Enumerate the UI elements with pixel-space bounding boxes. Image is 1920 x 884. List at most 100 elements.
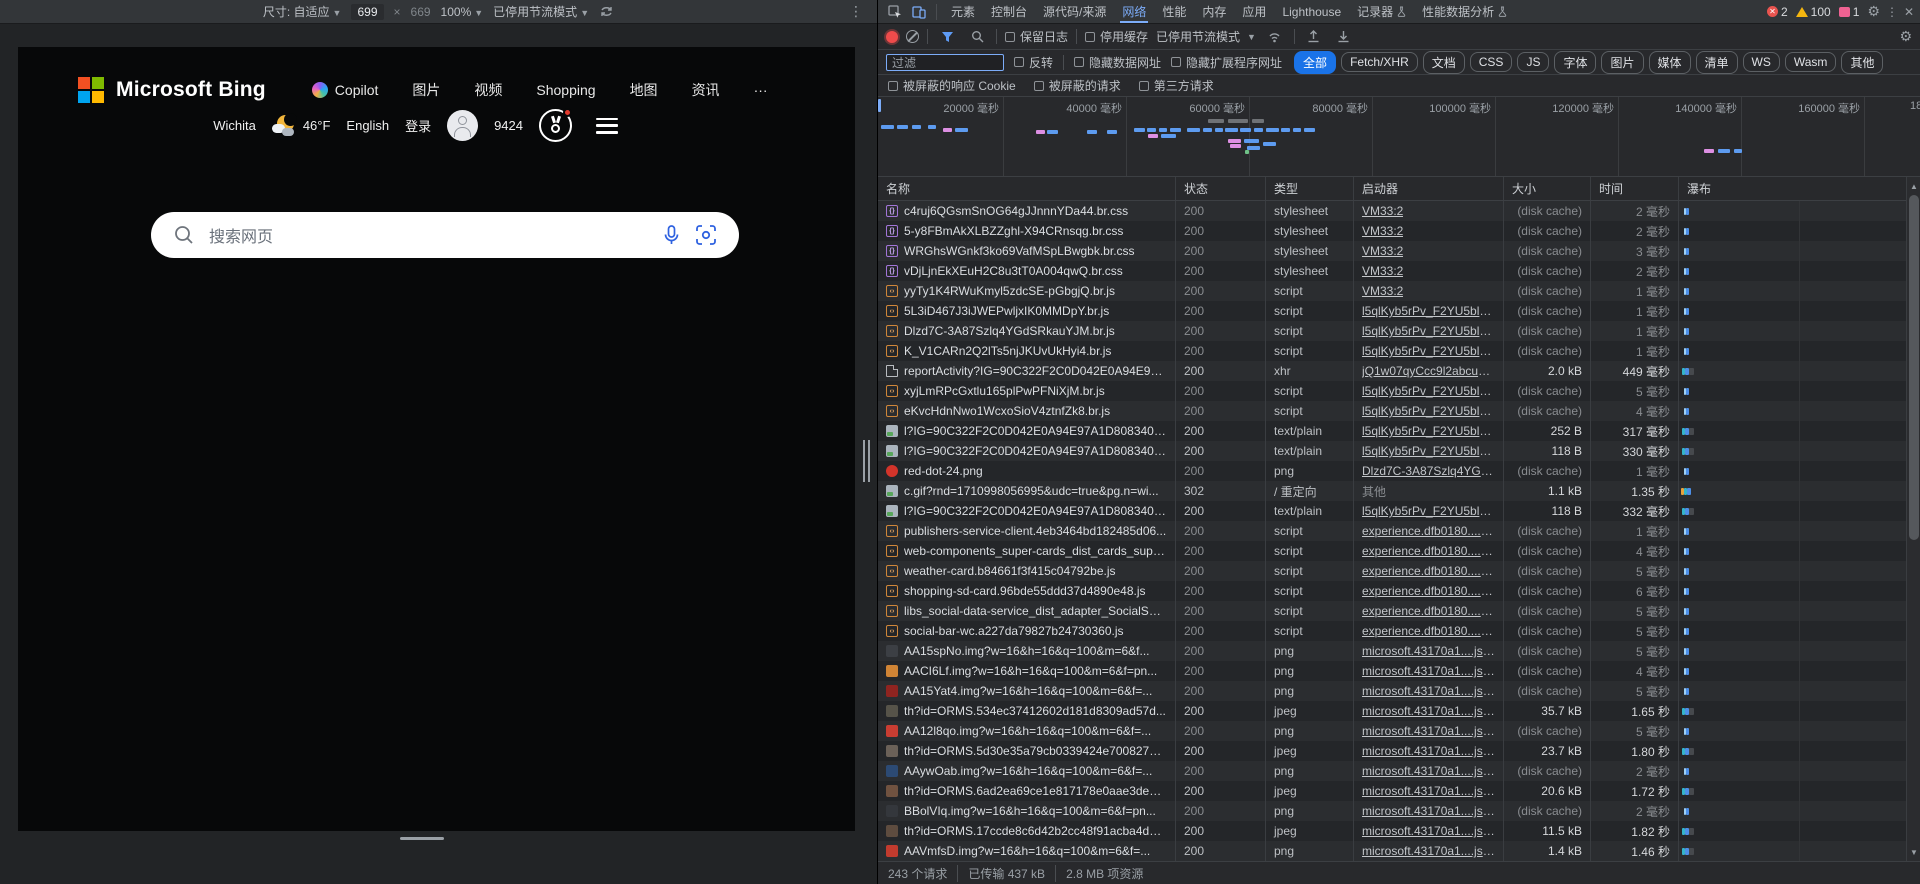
blocked-checkbox-1[interactable]: 被屏蔽的请求 xyxy=(1034,77,1121,94)
search-network-icon[interactable] xyxy=(966,27,988,47)
overview-range-handle[interactable] xyxy=(878,99,881,112)
table-row[interactable]: ‹›social-bar-wc.a227da79827b24730360.js2… xyxy=(878,621,1920,641)
record-network-icon[interactable] xyxy=(886,31,898,43)
weather-city[interactable]: Wichita xyxy=(213,118,256,133)
table-row[interactable]: reportActivity?IG=90C322F2C0D042E0A94E97… xyxy=(878,361,1920,381)
tab-控制台[interactable]: 控制台 xyxy=(983,0,1035,23)
scroll-up-icon[interactable]: ▲ xyxy=(1907,179,1920,193)
inspect-element-icon[interactable] xyxy=(884,2,906,22)
network-overview-timeline[interactable]: 20000 毫秒40000 毫秒60000 毫秒80000 毫秒100000 毫… xyxy=(878,97,1920,177)
table-row[interactable]: ‹›Dlzd7C-3A87Szlq4YGdSRkauYJM.br.js200sc… xyxy=(878,321,1920,341)
close-devtools-icon[interactable]: ✕ xyxy=(1904,5,1914,19)
disable-cache-checkbox[interactable]: 停用缓存 xyxy=(1085,28,1148,45)
initiator-link[interactable]: l5qlKyb5rPv_F2YU5blrnt... xyxy=(1362,424,1495,438)
network-conditions-icon[interactable] xyxy=(1264,27,1286,47)
device-toolbar-menu-icon[interactable]: ⋮ xyxy=(849,3,863,20)
initiator-link[interactable]: l5qlKyb5rPv_F2YU5blrnt... xyxy=(1362,444,1495,458)
initiator-link[interactable]: VM33:2 xyxy=(1362,204,1403,218)
initiator-link[interactable]: microsoft.43170a1....js:... xyxy=(1362,704,1495,718)
initiator-link[interactable]: l5qlKyb5rPv_F2YU5blrnt... xyxy=(1362,404,1495,418)
avatar[interactable] xyxy=(447,110,478,141)
table-row[interactable]: l?IG=90C322F2C0D042E0A94E97A1D8083401&..… xyxy=(878,421,1920,441)
initiator-link[interactable]: l5qlKyb5rPv_F2YU5blrnt... xyxy=(1362,324,1495,338)
hamburger-menu-icon[interactable] xyxy=(596,118,618,134)
network-settings-gear-icon[interactable]: ⚙ xyxy=(1899,28,1912,45)
initiator-link[interactable]: experience.dfb0180....js:... xyxy=(1362,584,1495,598)
zoom-select[interactable]: 100%▼ xyxy=(441,5,484,19)
initiator-link[interactable]: experience.dfb0180....js:... xyxy=(1362,624,1495,638)
initiator-link[interactable]: microsoft.43170a1....js:... xyxy=(1362,844,1495,858)
devtools-menu-icon[interactable]: ⋮ xyxy=(1886,5,1898,19)
table-row[interactable]: ‹›publishers-service-client.4eb3464bd182… xyxy=(878,521,1920,541)
table-row[interactable]: ‹›xyjLmRPcGxtlu165plPwPFNiXjM.br.js200sc… xyxy=(878,381,1920,401)
tab-元素[interactable]: 元素 xyxy=(943,0,983,23)
scrollbar-thumb[interactable] xyxy=(1909,195,1919,540)
table-row[interactable]: {}c4ruj6QGsmSnOG64gJJnnnYDa44.br.css200s… xyxy=(878,201,1920,221)
language-link[interactable]: English xyxy=(346,118,389,133)
hide-extension-urls-checkbox[interactable]: 隐藏扩展程序网址 xyxy=(1171,54,1282,71)
initiator-link[interactable]: microsoft.43170a1....js:... xyxy=(1362,764,1495,778)
initiator-link[interactable]: Dlzd7C-3A87Szlq4YGd... xyxy=(1362,464,1495,478)
settings-gear-icon[interactable]: ⚙ xyxy=(1867,3,1880,20)
signin-link[interactable]: 登录 xyxy=(405,116,431,135)
search-input[interactable]: 搜索网页 xyxy=(151,212,739,258)
initiator-link[interactable]: microsoft.43170a1....js:... xyxy=(1362,724,1495,738)
initiator-link[interactable]: experience.dfb0180....js:... xyxy=(1362,604,1495,618)
initiator-link[interactable]: microsoft.43170a1....js:... xyxy=(1362,804,1495,818)
table-row[interactable]: c.gif?rnd=1710998056995&udc=true&pg.n=wi… xyxy=(878,481,1920,501)
table-row[interactable]: l?IG=90C322F2C0D042E0A94E97A1D8083401&..… xyxy=(878,501,1920,521)
initiator-link[interactable]: VM33:2 xyxy=(1362,224,1403,238)
filter-chip-JS[interactable]: JS xyxy=(1517,52,1549,72)
scroll-down-icon[interactable]: ▼ xyxy=(1907,845,1920,859)
initiator-link[interactable]: microsoft.43170a1....js:... xyxy=(1362,664,1495,678)
initiator-link[interactable]: experience.dfb0180....js:... xyxy=(1362,524,1495,538)
export-har-icon[interactable] xyxy=(1333,27,1355,47)
nav-item-[interactable]: ··· xyxy=(754,82,768,98)
filter-input[interactable]: 过滤 xyxy=(886,54,1004,71)
weather-widget[interactable]: 46°F xyxy=(272,115,331,137)
error-badge[interactable]: ✕2 xyxy=(1767,5,1788,19)
tab-性能[interactable]: 性能 xyxy=(1154,0,1194,23)
filter-chip-图片[interactable]: 图片 xyxy=(1601,51,1643,74)
initiator-link[interactable]: experience.dfb0180....js:... xyxy=(1362,564,1495,578)
table-row[interactable]: th?id=ORMS.534ec37412602d181d8309ad57d..… xyxy=(878,701,1920,721)
table-row[interactable]: ‹›shopping-sd-card.96bde55ddd37d4890e48.… xyxy=(878,581,1920,601)
table-row[interactable]: AACI6Lf.img?w=16&h=16&q=100&m=6&f=pn...2… xyxy=(878,661,1920,681)
nav-item-shopping[interactable]: Shopping xyxy=(536,82,595,98)
import-har-icon[interactable] xyxy=(1303,27,1325,47)
viewport-resize-handle-bottom[interactable] xyxy=(400,837,444,840)
initiator-link[interactable]: jQ1w07qyCcc9l2abcuV-... xyxy=(1362,364,1495,378)
filter-chip-Fetch/XHR[interactable]: Fetch/XHR xyxy=(1341,52,1418,72)
filter-funnel-icon[interactable] xyxy=(936,27,958,47)
microphone-icon[interactable] xyxy=(662,224,681,246)
tab-Lighthouse[interactable]: Lighthouse xyxy=(1274,0,1349,23)
filter-chip-媒体[interactable]: 媒体 xyxy=(1649,51,1691,74)
filter-chip-Wasm[interactable]: Wasm xyxy=(1785,52,1837,72)
invert-checkbox[interactable]: 反转 xyxy=(1014,54,1053,71)
table-row[interactable]: ‹›yyTy1K4RWuKmyl5zdcSE-pGbgjQ.br.js200sc… xyxy=(878,281,1920,301)
table-row[interactable]: ‹›K_V1CARn2Q2lTs5njJKUvUkHyi4.br.js200sc… xyxy=(878,341,1920,361)
column-header-时间[interactable]: 时间 xyxy=(1591,177,1679,200)
table-row[interactable]: {}5-y8FBmAkXLBZZghl-X94CRnsqg.br.css200s… xyxy=(878,221,1920,241)
tab-源代码/来源[interactable]: 源代码/来源 xyxy=(1035,0,1114,23)
blocked-checkbox-0[interactable]: 被屏蔽的响应 Cookie xyxy=(888,77,1016,94)
warning-badge[interactable]: 100 xyxy=(1796,5,1831,19)
blocked-checkbox-2[interactable]: 第三方请求 xyxy=(1139,77,1214,94)
column-header-状态[interactable]: 状态 xyxy=(1176,177,1266,200)
tab-记录器[interactable]: 记录器 xyxy=(1349,0,1414,23)
tab-性能数据分析[interactable]: 性能数据分析 xyxy=(1414,0,1515,23)
table-row[interactable]: AAVmfsD.img?w=16&h=16&q=100&m=6&f=...200… xyxy=(878,841,1920,861)
initiator-link[interactable]: microsoft.43170a1....js:... xyxy=(1362,824,1495,838)
filter-chip-全部[interactable]: 全部 xyxy=(1294,51,1336,74)
initiator-link[interactable]: l5qlKyb5rPv_F2YU5blrnt... xyxy=(1362,304,1495,318)
throttle-select-device[interactable]: 已停用节流模式▼ xyxy=(493,3,589,20)
filter-chip-CSS[interactable]: CSS xyxy=(1470,52,1513,72)
initiator-link[interactable]: l5qlKyb5rPv_F2YU5blrnt... xyxy=(1362,384,1495,398)
issues-badge[interactable]: 1 xyxy=(1839,5,1860,19)
table-row[interactable]: th?id=ORMS.6ad2ea69ce1e817178e0aae3de97.… xyxy=(878,781,1920,801)
column-header-名称[interactable]: 名称 xyxy=(878,177,1176,200)
rotate-icon[interactable] xyxy=(599,5,614,18)
device-toolbar-toggle-icon[interactable] xyxy=(908,2,930,22)
bing-logo[interactable]: Microsoft Bing xyxy=(78,77,266,103)
nav-item-[interactable]: 资讯 xyxy=(692,80,720,100)
